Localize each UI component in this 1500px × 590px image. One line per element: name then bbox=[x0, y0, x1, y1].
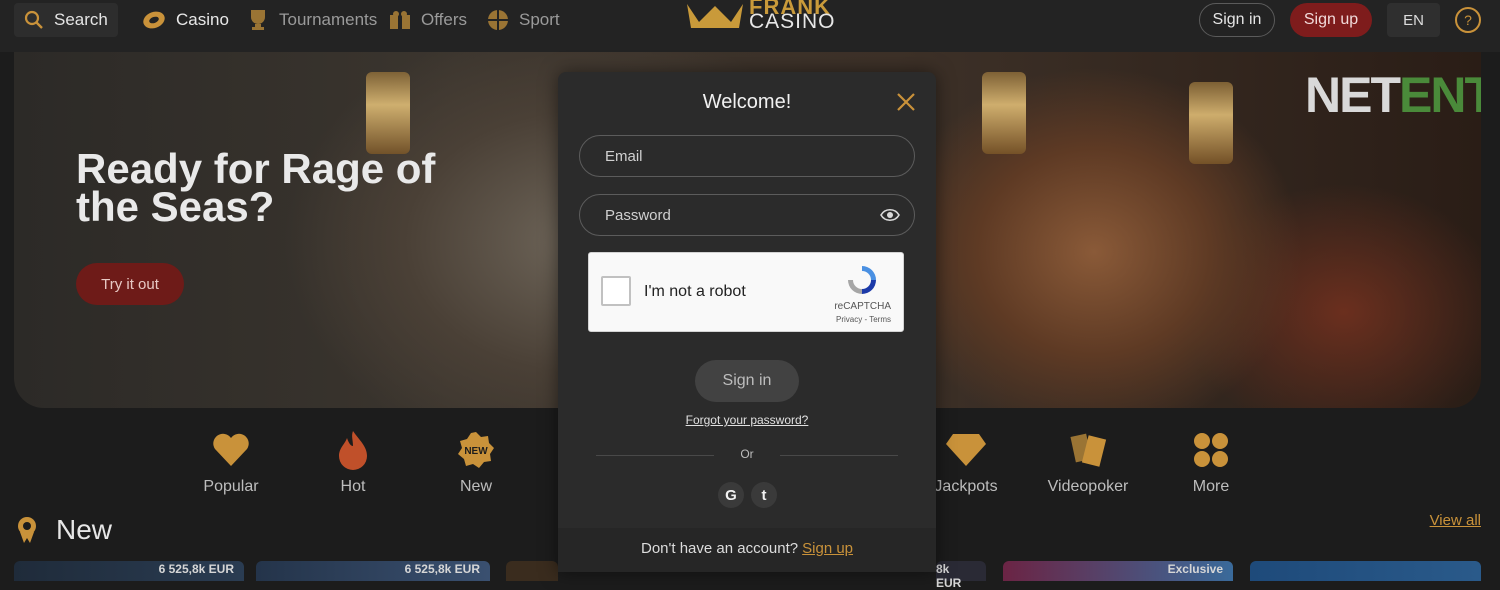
game-tile[interactable] bbox=[1250, 561, 1481, 581]
try-it-out-button[interactable]: Try it out bbox=[76, 263, 184, 305]
category-hot-label: Hot bbox=[340, 478, 366, 495]
search-label: Search bbox=[54, 10, 108, 29]
new-badge-text: NEW bbox=[464, 446, 488, 457]
section-title: New bbox=[56, 514, 113, 545]
exclusive-badge: Exclusive bbox=[1167, 562, 1223, 576]
recaptcha-label: I'm not a robot bbox=[644, 283, 746, 300]
footer-text: Don't have an account? bbox=[640, 540, 799, 557]
or-label: Or bbox=[740, 447, 754, 461]
twitter-login-button[interactable]: t bbox=[751, 482, 777, 508]
nav-sport[interactable]: Sport bbox=[487, 6, 560, 34]
casino-chip-icon bbox=[143, 11, 165, 29]
modal-signin-button[interactable]: Sign in bbox=[695, 360, 799, 402]
help-icon[interactable]: ? bbox=[1455, 7, 1481, 33]
header-signin-button[interactable]: Sign in bbox=[1199, 3, 1275, 37]
category-new[interactable]: NEW New bbox=[431, 430, 521, 496]
footer-signup-link[interactable]: Sign up bbox=[802, 540, 853, 557]
game-tile[interactable] bbox=[506, 561, 558, 581]
flame-icon bbox=[339, 431, 367, 470]
nav-sport-label: Sport bbox=[519, 10, 560, 29]
provider-logo: NETENT bbox=[1305, 66, 1481, 124]
nav-casino-label: Casino bbox=[176, 10, 229, 29]
modal-footer: Don't have an account? Sign up bbox=[558, 528, 936, 572]
nav-casino[interactable]: Casino bbox=[142, 6, 229, 34]
logo-word-casino: CASINO bbox=[749, 10, 836, 33]
gift-icon bbox=[390, 11, 410, 29]
close-icon[interactable] bbox=[896, 92, 916, 112]
trophy-icon bbox=[251, 10, 265, 30]
forgot-password-link[interactable]: Forgot your password? bbox=[558, 413, 936, 427]
category-popular[interactable]: Popular bbox=[186, 430, 276, 496]
show-password-icon[interactable] bbox=[880, 208, 900, 222]
twitter-icon: t bbox=[761, 486, 767, 504]
view-all-link[interactable]: View all bbox=[1430, 512, 1481, 529]
award-icon bbox=[18, 517, 36, 543]
category-new-label: New bbox=[459, 478, 492, 495]
lantern-decoration bbox=[982, 72, 1026, 154]
header-signup-button[interactable]: Sign up bbox=[1290, 3, 1372, 37]
category-hot[interactable]: Hot bbox=[308, 430, 398, 496]
category-more[interactable]: More bbox=[1166, 430, 1256, 496]
nav-offers[interactable]: Offers bbox=[389, 6, 467, 34]
jackpot-amount: 8k EUR bbox=[936, 562, 962, 590]
modal-title: Welcome! bbox=[702, 91, 792, 113]
game-tile[interactable]: Exclusive bbox=[1003, 561, 1233, 581]
ball-icon bbox=[488, 10, 508, 30]
category-videopoker[interactable]: Videopoker bbox=[1043, 430, 1133, 496]
recaptcha-checkbox[interactable] bbox=[601, 276, 631, 306]
recaptcha-brand: reCAPTCHA bbox=[834, 301, 891, 312]
game-tile[interactable]: 6 525,8k EUR bbox=[14, 561, 244, 581]
nav-offers-label: Offers bbox=[421, 10, 467, 29]
grid-dots-icon bbox=[1194, 433, 1228, 467]
login-modal: Welcome! I'm not a robot reCAPTCHA Priva… bbox=[558, 72, 936, 572]
hero-headline: Ready for Rage of the Seas? bbox=[76, 145, 436, 230]
cards-icon bbox=[1070, 433, 1107, 467]
category-popular-label: Popular bbox=[203, 478, 259, 495]
new-badge-icon: NEW bbox=[458, 432, 494, 468]
crown-logo-icon bbox=[687, 4, 743, 28]
lantern-decoration bbox=[366, 72, 410, 154]
lantern-decoration bbox=[1189, 82, 1233, 164]
provider-logo-part1: NET bbox=[1305, 67, 1401, 123]
provider-logo-part2: ENT bbox=[1399, 67, 1481, 123]
diamond-icon bbox=[946, 434, 986, 466]
nav-tournaments[interactable]: Tournaments bbox=[247, 6, 377, 34]
category-more-label: More bbox=[1192, 478, 1230, 495]
jackpot-amount: 6 525,8k EUR bbox=[404, 562, 480, 576]
recaptcha-widget: I'm not a robot reCAPTCHA Privacy - Term… bbox=[588, 252, 904, 332]
category-videopoker-label: Videopoker bbox=[1047, 478, 1129, 495]
game-tile[interactable]: 6 525,8k EUR bbox=[256, 561, 490, 581]
search-button[interactable]: Search bbox=[14, 3, 118, 37]
game-tile[interactable]: 8k EUR bbox=[936, 561, 986, 590]
search-icon bbox=[24, 10, 43, 29]
heart-icon bbox=[213, 433, 249, 466]
google-login-button[interactable]: G bbox=[718, 482, 744, 508]
jackpot-amount: 6 525,8k EUR bbox=[158, 562, 234, 576]
recaptcha-terms[interactable]: Privacy - Terms bbox=[836, 315, 891, 324]
recaptcha-logo-icon bbox=[848, 266, 876, 294]
site-logo[interactable]: FRANK CASINO bbox=[683, 0, 835, 48]
language-selector[interactable]: EN bbox=[1387, 3, 1440, 37]
password-field[interactable] bbox=[579, 194, 915, 236]
top-navigation-bar: Search Casino Tournaments Offers Sport F… bbox=[0, 0, 1500, 52]
nav-tournaments-label: Tournaments bbox=[279, 10, 378, 29]
google-icon: G bbox=[725, 486, 737, 504]
email-field[interactable] bbox=[579, 135, 915, 177]
